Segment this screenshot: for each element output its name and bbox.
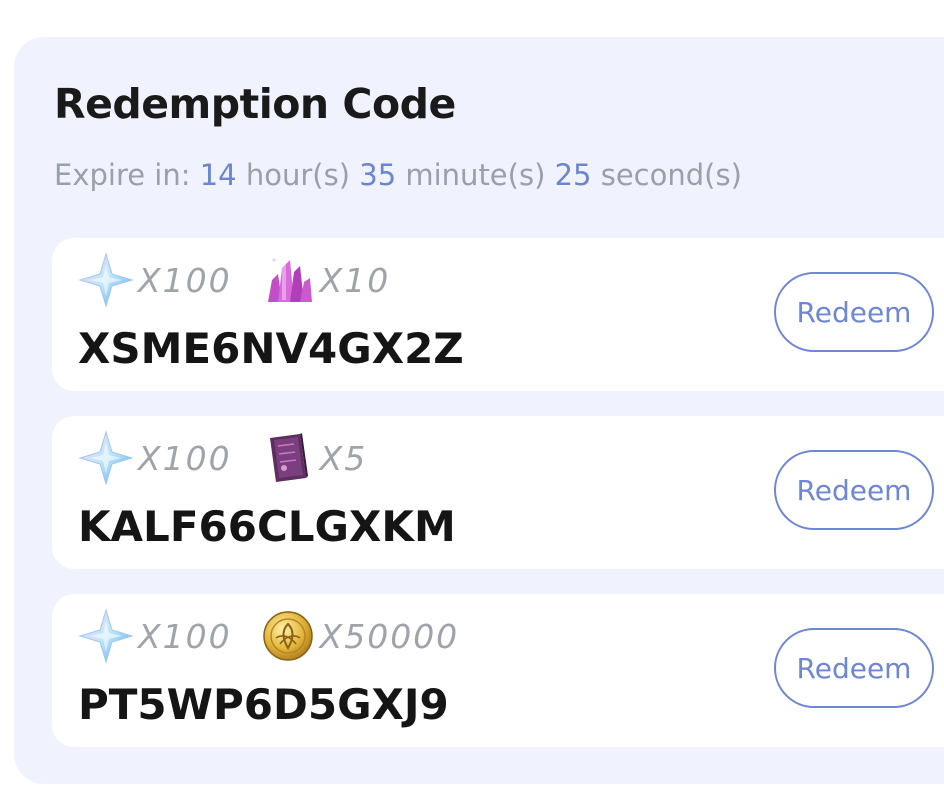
primogem-icon bbox=[78, 608, 134, 664]
code-row: X100 X50000 PT5WP6D5GXJ9 Redeem bbox=[52, 594, 944, 747]
reward-item: X10 bbox=[260, 252, 391, 308]
talent-book-icon bbox=[269, 433, 308, 482]
reward-item: X100 bbox=[78, 430, 232, 486]
reward-list: X100 X5 bbox=[78, 430, 395, 486]
reward-quantity: X50000 bbox=[319, 616, 460, 656]
reward-item: X100 bbox=[78, 252, 232, 308]
reward-item: X5 bbox=[260, 430, 368, 486]
expire-minutes: 35 bbox=[359, 158, 397, 192]
redeem-button[interactable]: Redeem bbox=[774, 628, 934, 708]
expire-minutes-unit: minute(s) bbox=[405, 158, 546, 192]
redemption-code: PT5WP6D5GXJ9 bbox=[78, 680, 449, 729]
redemption-code: XSME6NV4GX2Z bbox=[78, 324, 464, 373]
page-title: Redemption Code bbox=[54, 80, 456, 128]
mora-coin-icon bbox=[262, 611, 313, 661]
crystal-ore-icon bbox=[267, 258, 312, 302]
reward-quantity: X5 bbox=[319, 438, 368, 478]
expire-seconds-unit: second(s) bbox=[600, 158, 742, 192]
reward-quantity: X100 bbox=[138, 616, 232, 656]
reward-quantity: X100 bbox=[138, 260, 232, 300]
primogem-icon bbox=[78, 252, 134, 308]
expire-label: Expire in: bbox=[54, 158, 191, 192]
expire-seconds: 25 bbox=[554, 158, 592, 192]
reward-quantity: X100 bbox=[138, 438, 232, 478]
reward-list: X100 X50000 bbox=[78, 608, 487, 664]
redeem-button[interactable]: Redeem bbox=[774, 450, 934, 530]
reward-item: X100 bbox=[78, 608, 232, 664]
expire-hours-unit: hour(s) bbox=[245, 158, 351, 192]
primogem-icon bbox=[78, 430, 134, 486]
code-row: X100 X5 KALF66CLGXKM Redeem bbox=[52, 416, 944, 569]
redemption-code: KALF66CLGXKM bbox=[78, 502, 456, 551]
reward-list: X100 X10 bbox=[78, 252, 418, 308]
reward-item: X50000 bbox=[260, 608, 460, 664]
expire-hours: 14 bbox=[199, 158, 237, 192]
redeem-button[interactable]: Redeem bbox=[774, 272, 934, 352]
code-row: X100 X10 XSME6NV4GX2Z Redeem bbox=[52, 238, 944, 391]
reward-quantity: X10 bbox=[319, 260, 391, 300]
expire-countdown: Expire in: 14 hour(s) 35 minute(s) 25 se… bbox=[54, 158, 742, 192]
